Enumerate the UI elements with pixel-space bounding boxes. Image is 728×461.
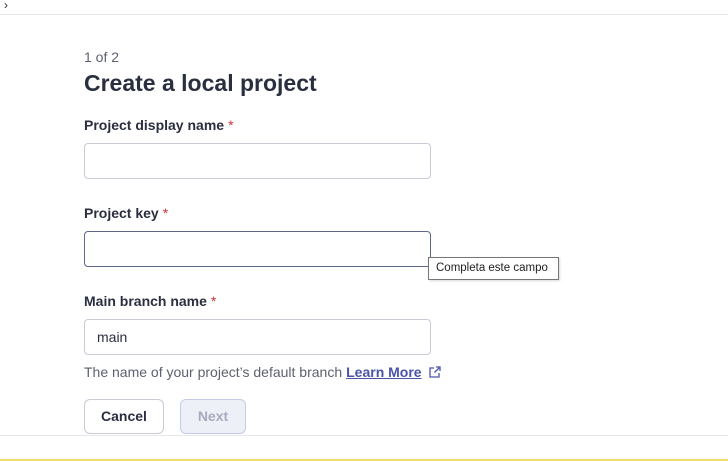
cancel-button[interactable]: Cancel: [84, 399, 164, 434]
top-bar: ›: [0, 0, 728, 15]
main-branch-label: Main branch name *: [84, 293, 216, 309]
learn-more-label: Learn More: [346, 364, 422, 380]
project-key-label-text: Project key: [84, 205, 159, 221]
footer-bar: [0, 436, 728, 461]
wizard-step: 1 of 2: [84, 49, 120, 65]
required-mark: *: [162, 205, 169, 221]
main-branch-input[interactable]: [84, 319, 431, 355]
required-mark: *: [228, 117, 234, 133]
next-button[interactable]: Next: [180, 399, 246, 434]
project-key-input[interactable]: [84, 231, 431, 267]
help-text: The name of your project’s default branc…: [84, 364, 343, 380]
display-name-label: Project display name *: [84, 117, 234, 133]
external-link-icon[interactable]: [428, 365, 442, 382]
main-branch-label-text: Main branch name: [84, 293, 207, 309]
validation-tooltip: Completa este campo: [428, 257, 559, 280]
top-bar-glyph: ›: [4, 0, 8, 12]
required-mark: *: [210, 293, 217, 309]
project-key-label: Project key *: [84, 205, 168, 221]
display-name-label-text: Project display name: [84, 117, 225, 133]
display-name-input[interactable]: [84, 143, 431, 179]
learn-more-link[interactable]: Learn More: [346, 364, 421, 380]
page-title: Create a local project: [84, 70, 317, 96]
main-branch-help: The name of your project’s default branc…: [84, 364, 442, 382]
